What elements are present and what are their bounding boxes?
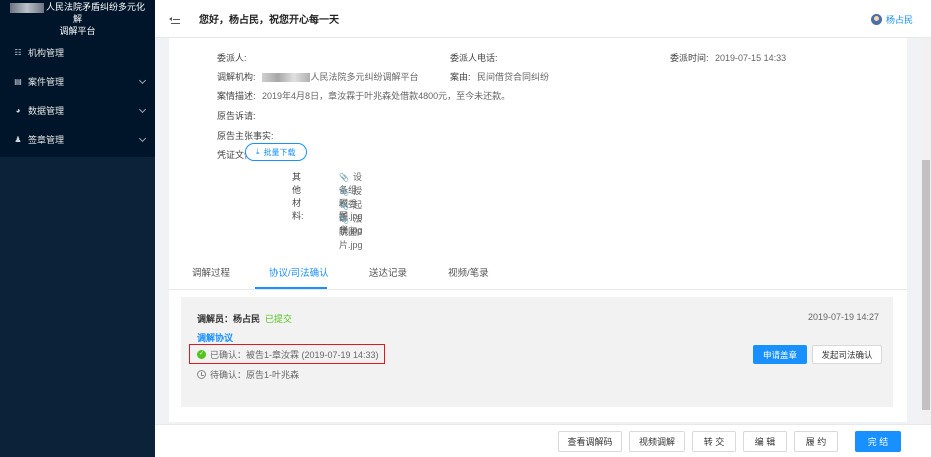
download-icon: ⤓ [256,147,260,156]
tab-video-notes[interactable]: 视频/笔录 [448,265,489,279]
agreement-panel: 调解员：杨占民 已提交 2019-07-19 14:27 调解协议 ✓ 已确认：… [181,297,893,407]
tab-delivery-records[interactable]: 送达记录 [369,265,407,279]
sidebar-item-label: 签章管理 [28,135,65,145]
menu-fold-icon[interactable] [169,14,181,24]
submit-time: 2019-07-19 14:27 [807,312,879,322]
chevron-down-icon [138,134,147,143]
other-materials-label: 其他材料: [292,172,304,221]
document-icon: ▤ [14,77,22,86]
file-link[interactable]: 📎 法院图片.jpg [339,212,363,251]
clock-icon [197,370,206,379]
greeting: 您好，杨占民，祝您开心每一天 [199,15,339,26]
sidebar-item-label: 机构管理 [28,48,65,58]
batch-download-button[interactable]: ⤓ 批量下载 [245,143,307,161]
brand: 人民法院矛盾纠纷多元化解 调解平台 [0,0,155,38]
chevron-down-icon [138,105,147,114]
status-badge: 已提交 [265,314,293,324]
cause-value: 民间借贷合同纠纷 [477,72,550,82]
case-detail-card: ▔▔▔▔▔▔ 委派人: 委派人电话: 委派时间: 2019-07-15 14:3… [169,38,907,276]
user-menu[interactable]: 杨占民 [870,13,913,26]
desc-value: 2019年4月8日，章汝霖于叶兆森处借款4800元，至今未还款。 [262,91,511,101]
paperclip-icon: 📎 [339,187,349,196]
username: 杨占民 [885,15,913,25]
confirmed-status: ✓ 已确认：被告1-章汝霖 (2019-07-19 14:33) [189,344,385,364]
edit-button[interactable]: 编 辑 [743,431,787,452]
tab-agreement[interactable]: 协议/司法确认 [269,265,329,279]
client-label: 委派人: [217,53,247,63]
tab-ink-bar [255,287,327,289]
tabs-card: 调解过程 协议/司法确认 送达记录 视频/笔录 调解员：杨占民 已提交 2019… [169,252,907,422]
apply-seal-button[interactable]: 申请盖章 [753,345,807,364]
sidebar-item-signature[interactable]: ♟ 签章管理 [0,125,155,154]
case-info: ▔▔▔▔▔▔ 委派人: 委派人电话: 委派时间: 2019-07-15 14:3… [169,38,907,276]
paperclip-icon: 📎 [339,201,349,210]
fulfill-button[interactable]: 履 约 [794,431,838,452]
redacted-logo [9,2,44,13]
plaintiff-claim-label: 原告诉请: [217,111,256,121]
sidebar-menu: ☷ 机构管理 ▤ 案件管理 ◕ 数据管理 ♟ 签章管理 [0,38,155,154]
org-value: 人民法院多元纠纷调解平台 [310,72,419,82]
paperclip-icon: 📎 [339,173,349,182]
assign-time: 2019-07-15 14:33 [715,53,787,63]
sidebar-item-label: 案件管理 [28,77,65,87]
header: 您好，杨占民，祝您开心每一天 杨占民 [155,0,931,38]
transfer-button[interactable]: 转 交 [692,431,736,452]
user-icon: ♟ [14,135,22,144]
sidebar-item-org[interactable]: ☷ 机构管理 [0,38,155,67]
cause-label: 案由: [450,72,471,82]
main-content: ▔▔▔▔▔▔ 委派人: 委派人电话: 委派时间: 2019-07-15 14:3… [155,38,931,424]
sidebar: 人民法院矛盾纠纷多元化解 调解平台 ☷ 机构管理 ▤ 案件管理 ◕ 数据管理 ♟… [0,0,155,457]
pie-chart-icon: ◕ [15,106,21,115]
sidebar-item-data[interactable]: ◕ 数据管理 [0,96,155,125]
tab-mediation-process[interactable]: 调解过程 [192,265,230,279]
scrollbar-thumb[interactable] [922,160,930,410]
scrollbar[interactable] [921,38,931,424]
check-circle-icon: ✓ [197,349,206,359]
pending-status: 待确认：原告1-叶兆森 [197,368,299,381]
assign-time-label: 委派时间: [670,53,709,63]
avatar [870,14,882,25]
mediator: 调解员：杨占民 [197,314,261,324]
judicial-confirm-button[interactable]: 发起司法确认 [812,345,882,364]
brand-title-line2: 调解平台 [59,26,96,36]
desc-label: 案情描述: [217,91,256,101]
tab-bar: 调解过程 协议/司法确认 送达记录 视频/笔录 [169,252,907,290]
video-mediation-button[interactable]: 视频调解 [629,431,685,452]
sidebar-item-cases[interactable]: ▤ 案件管理 [0,67,155,96]
finish-button[interactable]: 完 结 [855,431,901,452]
sidebar-item-label: 数据管理 [28,106,65,116]
agreement-title-link[interactable]: 调解协议 [197,331,233,344]
view-mediation-code-button[interactable]: 查看调解码 [558,431,622,452]
sitemap-icon: ☷ [14,48,22,57]
client-phone-label: 委派人电话: [450,53,498,63]
paperclip-icon: 📎 [339,215,349,224]
plaintiff-facts-label: 原告主张事实: [217,131,274,141]
brand-title-line1: 人民法院矛盾纠纷多元化解 [45,2,145,24]
chevron-down-icon [138,76,147,85]
redacted-text [261,73,310,83]
org-label: 调解机构: [217,72,256,82]
footer-toolbar: 查看调解码 视频调解 转 交 编 辑 履 约 完 结 [155,424,931,457]
